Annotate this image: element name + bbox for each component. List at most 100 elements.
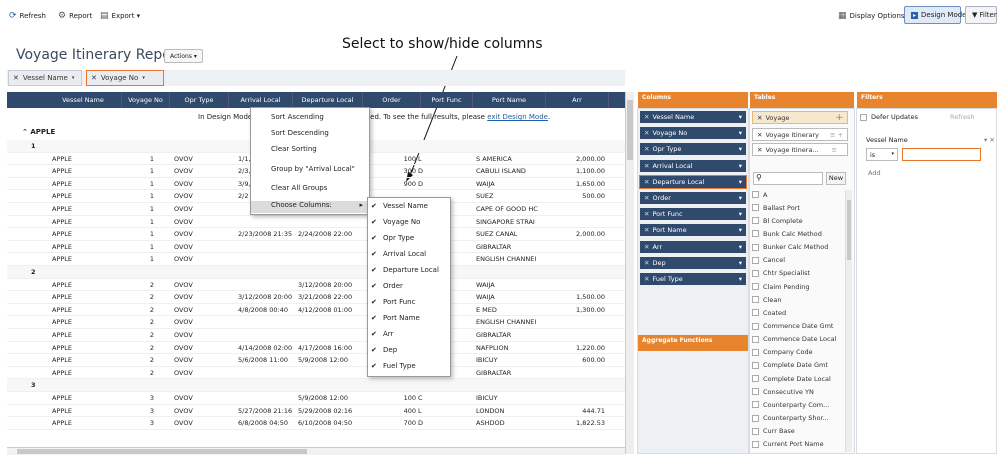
choose-column-item[interactable]: ✔ Arr [371, 330, 393, 338]
table-field-item[interactable]: Consecutive YN [752, 386, 844, 397]
field-checkbox[interactable] [752, 388, 759, 396]
table-row[interactable]: APPLE 2 OVOV GIBRALTAR [7, 329, 625, 342]
field-checkbox[interactable] [752, 348, 759, 356]
choose-column-item[interactable]: ✔ Fuel Type [371, 362, 416, 370]
exit-design-mode-link[interactable]: exit Design Mode [487, 113, 548, 121]
header-port-name[interactable]: Port Name [473, 92, 546, 108]
table-field-item[interactable]: Coated [752, 307, 844, 318]
new-button[interactable]: New [826, 172, 846, 185]
header-opr-type[interactable]: Opr Type [170, 92, 229, 108]
close-icon[interactable]: ✕ [757, 114, 762, 122]
field-checkbox[interactable] [752, 243, 759, 251]
table-row[interactable]: APPLE 1 OVOV 2/23/2008 21:35 2/24/2008 22:00… [7, 228, 625, 241]
close-icon[interactable]: ✕ [13, 74, 19, 82]
chevron-down-icon[interactable]: ▾ [739, 145, 742, 153]
column-pill[interactable]: ✕ Port Func ▾ [640, 208, 746, 221]
choose-column-item[interactable]: ✔ Voyage No [371, 218, 420, 226]
table-field-item[interactable]: Clean [752, 294, 844, 305]
close-icon[interactable]: ✕ [644, 210, 649, 218]
export-button[interactable]: ▤ Export ▾ [100, 9, 140, 23]
column-pill[interactable]: ✕ Dep ▾ [640, 256, 746, 269]
menu-group-by[interactable]: Group by "Arrival Local" [271, 165, 355, 173]
group-label[interactable]: 1 [31, 142, 36, 150]
field-checkbox[interactable] [752, 296, 759, 304]
filters-refresh-button[interactable]: Refresh [950, 113, 975, 121]
grid-horizontal-scrollbar[interactable] [7, 447, 625, 455]
table-pill-voyage-itinera[interactable]: ✕ Voyage Itinera... ≡ [752, 143, 848, 156]
table-field-item[interactable]: Claim Pending [752, 281, 844, 292]
design-mode-button[interactable]: ▸ Design Mode [904, 6, 966, 24]
table-field-item[interactable]: Commence Date Gmt [752, 321, 844, 332]
choose-column-item[interactable]: ✔ Departure Local [371, 266, 439, 274]
group-label[interactable]: 2 [31, 268, 36, 276]
field-checkbox[interactable] [752, 375, 759, 383]
header-arr[interactable]: Arr [546, 92, 609, 108]
field-checkbox[interactable] [752, 414, 759, 422]
chevron-down-icon[interactable]: ▾ [739, 194, 742, 202]
tables-search-input[interactable]: ⚲ [753, 172, 823, 185]
table-row[interactable]: APPLE 3 OVOV 6/8/2008 04:50 6/10/2008 04:50 7… [7, 417, 625, 430]
table-field-item[interactable]: Company Code [752, 347, 844, 358]
menu-sort-descending[interactable]: Sort Descending [271, 129, 329, 137]
chevron-down-icon[interactable]: ▾ [739, 275, 742, 283]
close-icon[interactable]: ✕ [644, 178, 649, 186]
field-checkbox[interactable] [752, 283, 759, 291]
group-row[interactable]: 2 [7, 266, 625, 279]
defer-updates-checkbox[interactable]: Defer Updates [860, 113, 918, 121]
column-pill[interactable]: ✕ Voyage No ▾ [640, 127, 746, 140]
group-label[interactable]: 3 [31, 381, 36, 389]
choose-column-item[interactable]: ✔ Opr Type [371, 234, 414, 242]
table-field-item[interactable]: Ballast Port [752, 202, 844, 213]
field-checkbox[interactable] [752, 269, 759, 277]
table-field-item[interactable]: Bunker Calc Method [752, 242, 844, 253]
tables-scrollbar[interactable] [845, 190, 852, 452]
close-icon[interactable]: ✕ [757, 146, 762, 154]
table-row[interactable]: APPLE 2 OVOV 3/12/2008 20:00 WAIJA [7, 279, 625, 292]
table-field-item[interactable]: Counterparty Shor... [752, 413, 844, 424]
table-row[interactable]: APPLE 3 OVOV 5/9/2008 12:00 100 C IBICUY [7, 392, 625, 405]
chip-vessel-name[interactable]: ✕ Vessel Name ▾ [8, 70, 82, 86]
column-pill[interactable]: ✕ Arr ▾ [640, 240, 746, 253]
chevron-down-icon[interactable]: ▾ [142, 75, 145, 81]
choose-column-item[interactable]: ✔ Dep [371, 346, 397, 354]
table-row[interactable]: APPLE2OVOV5/6/2008 11:005/9/2008 12:0080… [7, 354, 625, 367]
table-field-item[interactable]: Current Port Name [752, 439, 844, 450]
filters-button[interactable]: ▼Filters [965, 6, 997, 24]
header-port-func[interactable]: Port Func [421, 92, 473, 108]
header-order[interactable]: Order [363, 92, 421, 108]
column-pill[interactable]: ✕ Port Name ▾ [640, 224, 746, 237]
table-pill-voyage[interactable]: ✕ Voyage + [752, 111, 848, 124]
header-vessel-name[interactable]: Vessel Name [45, 92, 122, 108]
display-options-button[interactable]: ▦ Display Options ▾ [838, 9, 910, 23]
column-pill[interactable]: ✕ Fuel Type ▾ [640, 273, 746, 285]
close-icon[interactable]: ✕ [644, 194, 649, 202]
table-row[interactable]: APPLE 2 OVOV 4/14/2008 02:00 4/17/2008 16:00… [7, 342, 625, 355]
choose-column-item[interactable]: ✔ Arrival Local [371, 250, 426, 258]
field-checkbox[interactable] [752, 322, 759, 330]
table-field-item[interactable]: Complete Date Local [752, 373, 844, 384]
field-checkbox[interactable] [752, 217, 759, 225]
actions-button[interactable]: Actions ▾ [164, 49, 203, 63]
table-row[interactable]: APPLE 2 OVOV 4/8/2008 00:40 4/12/2008 01:00 E… [7, 304, 625, 317]
filter-remove-icon[interactable]: ▾ ✕ [984, 136, 995, 144]
table-row[interactable]: APPLE 1 OVOV ENGLISH CHANNEI [7, 253, 625, 266]
chevron-down-icon[interactable]: ▾ [739, 129, 742, 137]
chip-voyage-no[interactable]: ✕ Voyage No ▾ [86, 70, 164, 86]
menu-clear-groups[interactable]: Clear All Groups [271, 184, 327, 192]
table-pill-voyage-itinerary[interactable]: ✕ Voyage Itinerary ≡ + [752, 128, 848, 141]
filter-add-link[interactable]: Add [868, 169, 881, 177]
table-field-item[interactable]: Chtr Specialist [752, 268, 844, 279]
choose-column-item[interactable]: ✔ Vessel Name [371, 202, 428, 210]
field-checkbox[interactable] [752, 191, 759, 198]
close-icon[interactable]: ✕ [644, 145, 649, 153]
header-arrival-local[interactable]: Arrival Local [229, 92, 293, 108]
column-pill[interactable]: ✕ Arrival Local ▾ [640, 159, 746, 172]
column-pill[interactable]: ✕ Opr Type ▾ [640, 143, 746, 156]
table-row[interactable]: APPLE 2 OVOV 3/12/2008 20:00 3/21/2008 22:00… [7, 291, 625, 304]
table-row[interactable]: APPLE 1 OVOV SINGAPORE STRAI [7, 216, 625, 229]
table-row[interactable]: APPLE 1 OVOV GIBRALTAR [7, 241, 625, 254]
field-checkbox[interactable] [752, 361, 759, 369]
refresh-button[interactable]: ⟳ Refresh [9, 9, 46, 23]
chevron-down-icon[interactable]: ▾ [739, 243, 742, 251]
field-checkbox[interactable] [752, 256, 759, 264]
